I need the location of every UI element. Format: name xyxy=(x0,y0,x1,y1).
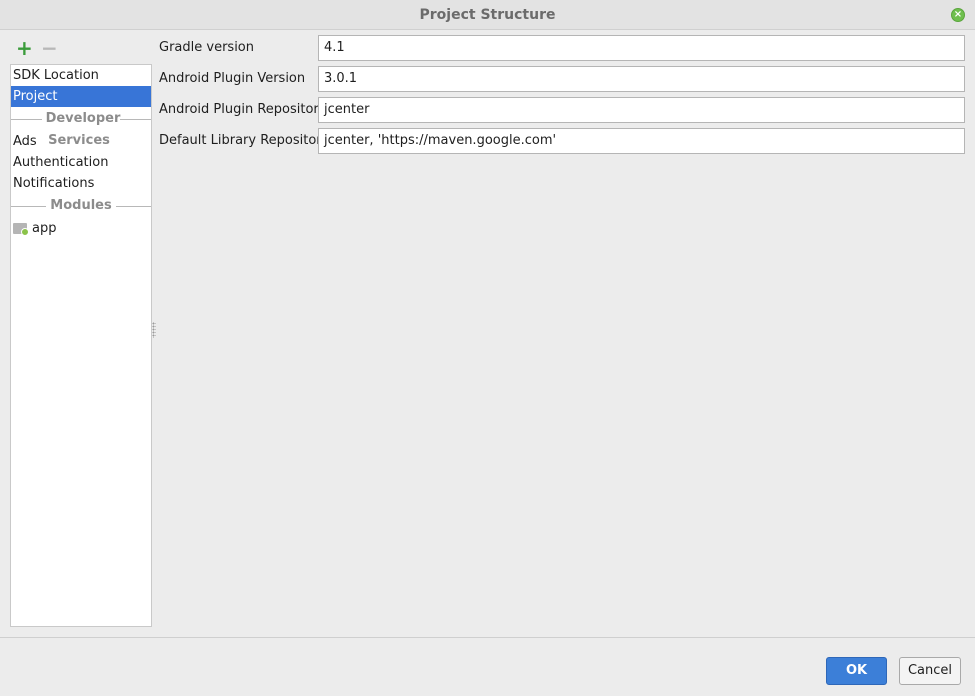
close-icon[interactable]: × xyxy=(951,8,965,22)
sidebar-item-project[interactable]: Project xyxy=(11,86,151,107)
android-plugin-version-label: Android Plugin Version xyxy=(159,71,306,86)
default-library-repository-label: Default Library Repository xyxy=(159,133,330,148)
remove-icon[interactable]: − xyxy=(41,38,58,58)
sidebar-item-label: app xyxy=(32,221,57,236)
android-plugin-repository-field[interactable]: jcenter xyxy=(318,97,965,123)
android-plugin-version-field[interactable]: 3.0.1 xyxy=(318,66,965,92)
android-plugin-repository-label: Android Plugin Repository xyxy=(159,102,327,117)
gradle-version-field[interactable]: 4.1 xyxy=(318,35,965,61)
splitter-handle[interactable] xyxy=(152,322,156,338)
section-label: Modules xyxy=(46,198,116,213)
cancel-button[interactable]: Cancel xyxy=(899,657,961,685)
section-header-modules: Modules xyxy=(11,195,151,217)
section-header-developer-services: Developer Services xyxy=(11,108,151,148)
sidebar-item-authentication[interactable]: Authentication xyxy=(11,152,151,173)
sidebar-item-ads[interactable]: Ads xyxy=(11,131,151,152)
window-title: Project Structure xyxy=(419,7,556,23)
sidebar: SDK Location Project Developer Services … xyxy=(10,64,152,627)
module-folder-icon xyxy=(13,223,29,236)
default-library-repository-field[interactable]: jcenter, 'https://maven.google.com' xyxy=(318,128,965,154)
sidebar-item-app[interactable]: app xyxy=(11,218,151,239)
gradle-version-label: Gradle version xyxy=(159,40,254,55)
add-icon[interactable]: + xyxy=(16,38,33,58)
sidebar-item-sdk-location[interactable]: SDK Location xyxy=(11,65,151,86)
ok-button[interactable]: OK xyxy=(826,657,887,685)
title-bar: Project Structure × xyxy=(0,0,975,30)
sidebar-item-notifications[interactable]: Notifications xyxy=(11,173,151,194)
footer-divider xyxy=(0,637,975,638)
